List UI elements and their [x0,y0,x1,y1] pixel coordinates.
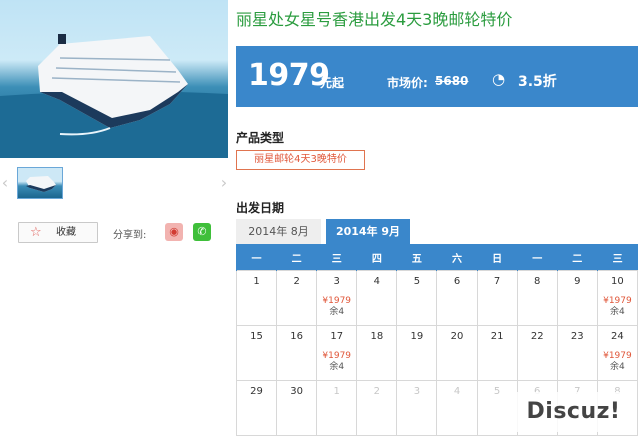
calendar-week-row: 15 16 17 ¥1979 余4 18 19 20 21 22 23 24 ¥1979 余4 [235,325,639,381]
tab-2014-aug[interactable]: 2014年 8月 [236,219,321,244]
calendar-day: 19 [396,325,438,381]
calendar-day: 7 [476,270,518,326]
share-label: 分享到: [113,230,147,241]
day-number: 23 [570,331,584,342]
day-number: 3 [413,386,421,397]
day-number: 15 [250,331,263,342]
weibo-share-icon[interactable]: ◉ [165,223,183,241]
calendar-day: 20 [436,325,478,381]
calendar-day-available[interactable]: 17 ¥1979 余4 [316,325,358,381]
day-price: ¥1979 [603,296,632,306]
calendar-day-other-month: 1 [316,380,358,436]
weekday-header: 一 [516,244,558,271]
weekday-header: 三 [316,244,357,271]
day-remaining: 余4 [329,307,345,317]
product-type-heading: 产品类型 [236,131,285,145]
weekday-header: 三 [596,244,638,271]
day-number: 19 [410,331,424,342]
day-number: 8 [534,276,541,287]
calendar-day: 29 [235,380,278,436]
price-unit: 元起 [320,76,345,90]
calendar-day: 1 [235,270,278,326]
day-remaining: 余4 [610,362,625,372]
day-number: 4 [373,276,381,287]
calendar-weekday-row: 一 二 三 四 五 六 日 一 二 三 [235,244,638,271]
market-price-value: 5680 [435,74,469,88]
gallery-next-arrow-icon[interactable]: › [219,175,229,191]
wechat-share-icon[interactable]: ✆ [193,223,211,241]
day-number: 16 [290,331,303,342]
calendar-day-other-month: 3 [396,380,438,436]
day-number: 9 [574,276,581,287]
weekday-header: 四 [356,244,397,271]
star-icon: ☆ [30,225,42,240]
calendar-day-available[interactable]: 3 ¥1979 余4 [316,270,358,326]
day-number: 3 [333,276,340,287]
main-product-photo [0,0,228,158]
day-number: 21 [490,331,504,342]
day-number: 22 [530,331,544,342]
day-number: 18 [370,331,384,342]
calendar-day-other-month: 2 [356,380,398,436]
gallery-thumbnail[interactable] [17,167,63,199]
departure-date-heading: 出发日期 [236,201,285,215]
day-number: 24 [611,331,624,342]
weekday-header: 日 [476,244,518,271]
day-number: 10 [611,276,624,287]
calendar-day: 22 [516,325,558,381]
tab-2014-sep[interactable]: 2014年 9月 [326,219,410,244]
day-remaining: 余4 [610,307,625,317]
product-title: 丽星处女星号香港出发4天3晚邮轮特价 [236,10,513,29]
weekday-header: 二 [556,244,598,271]
calendar-day-available[interactable]: 10 ¥1979 余4 [596,270,639,326]
calendar-day: 5 [396,270,438,326]
discount-value: 3.5折 [518,74,557,90]
calendar-day: 9 [556,270,598,326]
day-number: 7 [493,276,501,287]
calendar-day-available[interactable]: 24 ¥1979 余4 [596,325,639,381]
day-number: 2 [373,386,381,397]
day-number: 6 [453,276,461,287]
day-number: 1 [253,276,260,287]
discount-tag-icon: ◔ [492,70,506,88]
calendar-day: 18 [356,325,398,381]
calendar-day: 16 [276,325,318,381]
day-number: 20 [450,331,464,342]
day-number: 17 [330,331,344,342]
calendar-week-row: 1 2 3 ¥1979 余4 4 5 6 7 8 9 10 ¥1979 余4 [235,270,639,326]
product-type-option[interactable]: 丽星邮轮4天3晚特价 [236,150,365,170]
day-number: 1 [333,386,340,397]
day-price: ¥1979 [603,351,632,361]
day-price: ¥1979 [322,296,352,306]
weekday-header: 五 [396,244,437,271]
day-number: 5 [413,276,421,287]
calendar-day-other-month: 4 [436,380,478,436]
day-remaining: 余4 [329,362,345,372]
calendar-day: 15 [235,325,278,381]
discuz-watermark: Discuz! [511,392,636,432]
day-number: 2 [293,276,300,287]
calendar-day: 6 [436,270,478,326]
calendar-day: 2 [276,270,318,326]
calendar-day: 21 [476,325,518,381]
calendar-day: 30 [276,380,318,436]
weekday-header: 六 [436,244,478,271]
gallery-prev-arrow-icon[interactable]: ‹ [0,175,10,191]
day-number: 4 [453,386,461,397]
price-bar: 1979 元起 市场价: 5680 ◔ 3.5折 [236,46,638,107]
thumbnail-strip: ‹ › [0,165,228,201]
weekday-header: 二 [276,244,317,271]
weekday-header: 一 [235,244,277,271]
day-price: ¥1979 [322,351,352,361]
price-amount: 1979 [248,58,330,93]
favorite-label: 收藏 [56,227,76,238]
calendar-day: 23 [556,325,598,381]
market-price-label: 市场价: [387,76,428,90]
calendar-day: 8 [516,270,558,326]
calendar-day: 4 [356,270,398,326]
favorite-button[interactable]: ☆ 收藏 [18,222,98,243]
day-number: 29 [250,386,263,397]
day-number: 30 [290,386,303,397]
